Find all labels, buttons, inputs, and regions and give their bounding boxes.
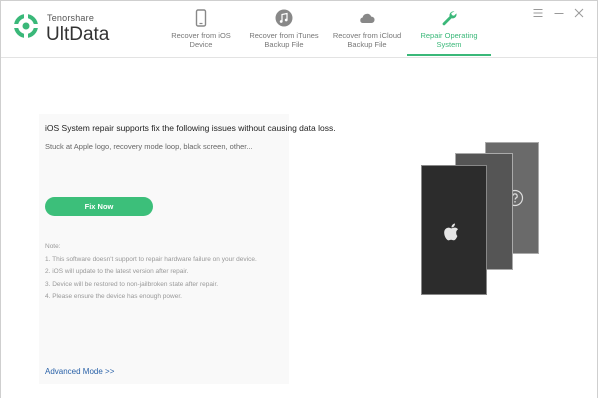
note-item: 2. iOS will update to the latest version… (45, 268, 189, 275)
note-section: Note: 1. This software doesn't support t… (45, 241, 325, 304)
logo: Tenorshare UltData (13, 9, 133, 49)
note-title: Note: (45, 243, 61, 250)
tab-label: Repair Operating System (420, 31, 478, 49)
wrench-icon (442, 11, 457, 26)
window-controls (528, 6, 585, 20)
tab-recover-icloud-backup[interactable]: Recover from iCloud Backup File (325, 1, 409, 56)
main-panel: iOS System repair supports fix the follo… (1, 58, 597, 398)
brand-product: UltData (46, 24, 110, 45)
note-item: 3. Device will be restored to non-jailbr… (45, 280, 219, 288)
issues-description: Stuck at Apple logo, recovery mode loop,… (45, 142, 253, 151)
tab-label: Recover from iTunes Backup File (249, 31, 319, 49)
phone-icon (195, 9, 207, 27)
tab-recover-ios-device[interactable]: Recover from iOS Device (159, 1, 243, 56)
minimize-icon[interactable] (553, 7, 565, 19)
cloud-icon (360, 13, 375, 23)
device-front (421, 165, 487, 295)
advanced-mode-link[interactable]: Advanced Mode >> (45, 367, 114, 376)
music-note-icon (275, 9, 293, 27)
fix-now-button[interactable]: Fix Now (45, 197, 153, 216)
apple-logo-icon (444, 223, 459, 241)
tab-label: Recover from iOS Device (171, 31, 231, 49)
tab-label: Recover from iCloud Backup File (332, 31, 402, 49)
page-heading: iOS System repair supports fix the follo… (45, 123, 336, 133)
tab-recover-itunes-backup[interactable]: Recover from iTunes Backup File (242, 1, 326, 56)
app-window: Tenorshare UltData Recover from iOS Devi… (0, 0, 598, 398)
close-icon[interactable] (573, 7, 585, 19)
ultdata-logo-icon (13, 13, 39, 39)
device-illustration (421, 142, 541, 295)
menu-icon[interactable] (532, 7, 544, 19)
note-item: 1. This software doesn't support to repa… (45, 255, 257, 263)
header: Tenorshare UltData Recover from iOS Devi… (1, 1, 597, 58)
brand-company: Tenorshare (47, 13, 95, 23)
tab-repair-operating-system[interactable]: Repair Operating System (407, 1, 491, 56)
note-item: 4. Please ensure the device has enough p… (45, 293, 182, 300)
